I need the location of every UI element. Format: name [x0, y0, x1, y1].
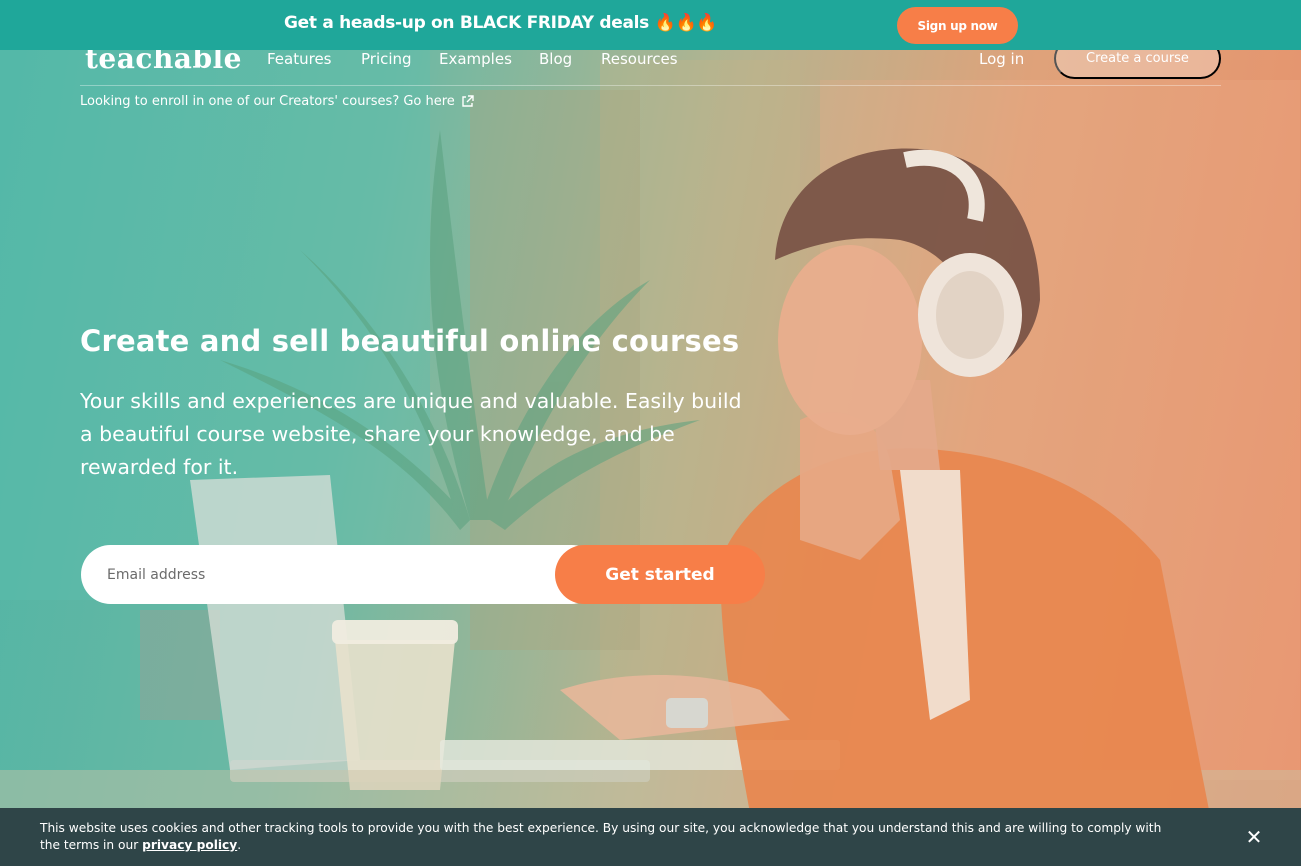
nav-link-features[interactable]: Features: [267, 50, 332, 68]
signup-form: Get started: [81, 545, 765, 604]
cookie-banner: This website uses cookies and other trac…: [0, 808, 1301, 866]
hero-headline: Create and sell beautiful online courses: [80, 324, 740, 358]
nav-link-examples[interactable]: Examples: [439, 50, 512, 68]
nav-link-pricing[interactable]: Pricing: [361, 50, 412, 68]
main-nav: teachable Features Pricing Examples Blog…: [0, 38, 1301, 86]
nav-link-blog[interactable]: Blog: [539, 50, 572, 68]
nav-divider: [80, 85, 1221, 86]
privacy-policy-link[interactable]: privacy policy: [142, 838, 237, 852]
nav-link-resources[interactable]: Resources: [601, 50, 678, 68]
promo-bar: Get a heads-up on BLACK FRIDAY deals 🔥🔥🔥…: [0, 0, 1301, 50]
get-started-button[interactable]: Get started: [555, 545, 765, 604]
enroll-link[interactable]: Looking to enroll in one of our Creators…: [80, 94, 474, 109]
enroll-link-label: Looking to enroll in one of our Creators…: [80, 94, 455, 109]
promo-text: Get a heads-up on BLACK FRIDAY deals 🔥🔥🔥: [284, 13, 718, 33]
promo-signup-button[interactable]: Sign up now: [897, 7, 1018, 44]
cookie-text: This website uses cookies and other trac…: [40, 821, 1162, 852]
email-input[interactable]: [81, 545, 601, 604]
login-link[interactable]: Log in: [979, 50, 1024, 68]
external-link-icon: [462, 95, 474, 107]
hero-subcopy: Your skills and experiences are unique a…: [80, 389, 742, 479]
close-icon[interactable]: ✕: [1244, 827, 1264, 847]
